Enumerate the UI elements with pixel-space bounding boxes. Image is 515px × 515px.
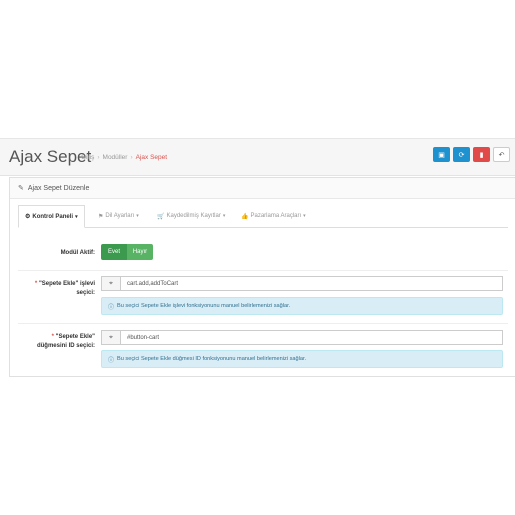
flag-icon: ⚑ <box>98 213 104 220</box>
label-line-1: "Sepete Ekle" işlevi <box>38 281 95 287</box>
add-to-cart-function-value[interactable]: cart.add,addToCart <box>121 277 178 290</box>
refresh-button[interactable]: ⟳ <box>453 147 470 162</box>
breadcrumb-separator: › <box>97 154 100 161</box>
tab-label: Pazarlama Araçları <box>250 213 302 219</box>
panel-heading: ✎ Ajax Sepet Düzenle <box>10 178 515 199</box>
crosshair-icon: ⌖ <box>102 277 121 290</box>
breadcrumb-home[interactable]: Giriş <box>81 154 94 161</box>
caret-down-icon: ▾ <box>303 213 306 219</box>
label-line-2: seçici: <box>76 290 95 296</box>
cart-icon: 🛒 <box>157 213 165 220</box>
breadcrumb: Giriş › Modüller › Ajax Sepet <box>81 154 167 161</box>
gear-icon: ⚙ <box>25 214 31 220</box>
module-active-toggle: Evet Hayır <box>101 244 153 260</box>
add-to-cart-id-help: ⓘ Bu seçici Sepete Ekle düğmesi ID fonks… <box>101 350 503 368</box>
help-text: Bu seçici Sepete Ekle işlevi fonksiyonun… <box>117 303 291 309</box>
yes-button[interactable]: Evet <box>101 244 127 260</box>
breadcrumb-modules[interactable]: Modüller <box>103 154 128 161</box>
add-to-cart-id-label: * "Sepete Ekle" düğmesini ID seçici: <box>18 333 95 351</box>
pencil-icon: ✎ <box>18 185 24 192</box>
tab-bar: ⚙ Kontrol Paneli ▾ ⚑ Dil Ayarları ▾ 🛒 Ka… <box>18 205 508 228</box>
tab-saved-records[interactable]: 🛒 Kaydedilmiş Kayıtlar ▾ <box>157 205 225 227</box>
back-button[interactable]: ↶ <box>493 147 510 162</box>
breadcrumb-current[interactable]: Ajax Sepet <box>136 154 167 161</box>
tab-marketing-tools[interactable]: 👍 Pazarlama Araçları ▾ <box>241 205 306 227</box>
info-icon: ⓘ <box>108 304 115 311</box>
breadcrumb-separator: › <box>130 154 133 161</box>
add-to-cart-function-field[interactable]: ⌖ cart.add,addToCart <box>101 276 503 291</box>
caret-down-icon: ▾ <box>222 213 226 219</box>
tab-label: Kaydedilmiş Kayıtlar <box>166 213 221 219</box>
caret-down-icon: ▾ <box>136 213 139 219</box>
row-divider <box>18 323 508 324</box>
thumbs-up-icon: 👍 <box>241 213 249 220</box>
tab-label: Kontrol Paneli <box>32 213 74 220</box>
label-line-2: düğmesini ID seçici: <box>36 343 95 349</box>
caret-down-icon: ▾ <box>75 213 78 220</box>
no-button[interactable]: Hayır <box>127 244 153 260</box>
trash-icon: ▮ <box>479 151 484 159</box>
row-divider <box>18 270 508 271</box>
floppy-icon: ▣ <box>438 151 445 159</box>
add-to-cart-function-label: * "Sepete Ekle" işlevi seçici: <box>18 280 95 298</box>
info-icon: ⓘ <box>108 357 115 364</box>
reply-icon: ↶ <box>498 151 505 159</box>
refresh-icon: ⟳ <box>458 151 465 159</box>
add-to-cart-function-help: ⓘ Bu seçici Sepete Ekle işlevi fonksiyon… <box>101 297 503 315</box>
module-active-label: Modül Aktif: <box>60 250 95 256</box>
tab-label: Dil Ayarları <box>105 213 135 219</box>
crosshair-icon: ⌖ <box>102 331 121 344</box>
label-line-1: "Sepete Ekle" <box>55 334 95 340</box>
add-to-cart-id-field[interactable]: ⌖ #button-cart <box>101 330 503 345</box>
save-button[interactable]: ▣ <box>433 147 450 162</box>
edit-panel: ✎ Ajax Sepet Düzenle ⚙ Kontrol Paneli ▾ … <box>9 177 515 377</box>
tab-language-settings[interactable]: ⚑ Dil Ayarları ▾ <box>98 205 139 227</box>
add-to-cart-id-value[interactable]: #button-cart <box>121 331 159 344</box>
tab-control-panel[interactable]: ⚙ Kontrol Paneli ▾ <box>18 205 85 228</box>
panel-title: Ajax Sepet Düzenle <box>27 184 90 192</box>
help-text: Bu seçici Sepete Ekle düğmesi ID fonksiy… <box>117 356 307 362</box>
delete-button[interactable]: ▮ <box>473 147 490 162</box>
page-title: Ajax Sepet <box>9 147 92 166</box>
